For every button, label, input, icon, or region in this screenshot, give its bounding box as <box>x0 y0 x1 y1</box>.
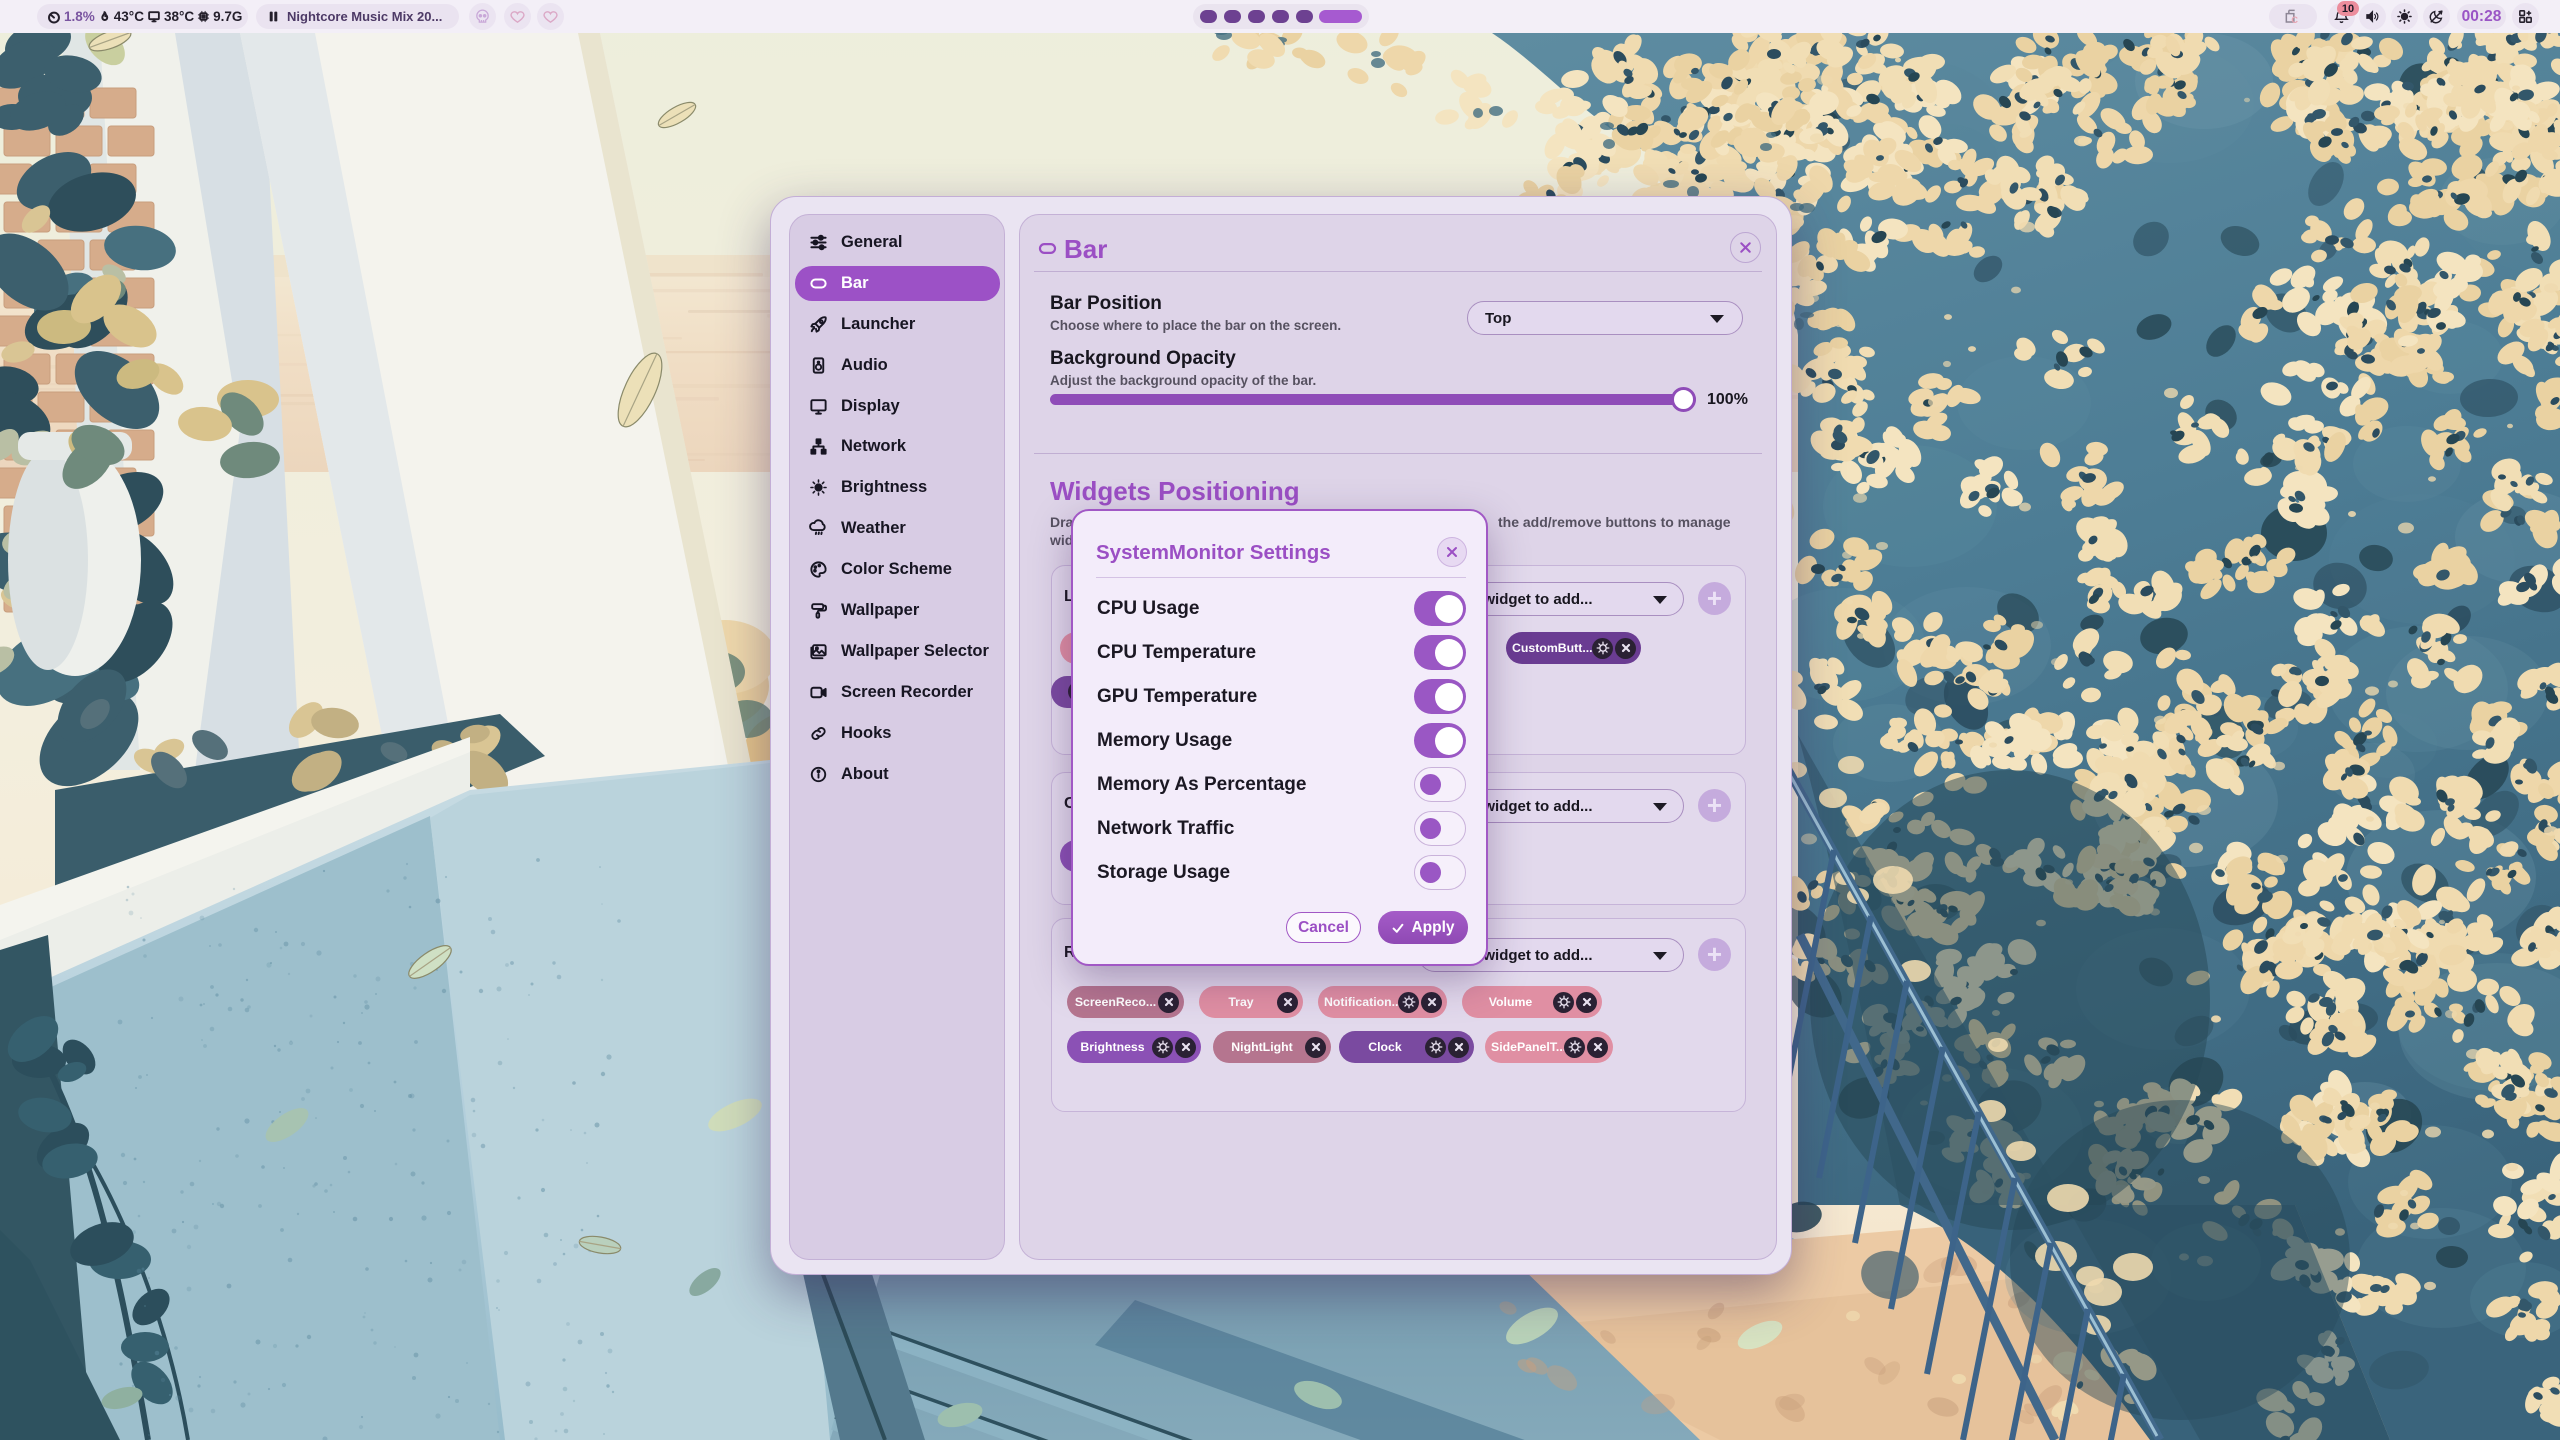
svg-text:C: C <box>2291 14 2298 24</box>
